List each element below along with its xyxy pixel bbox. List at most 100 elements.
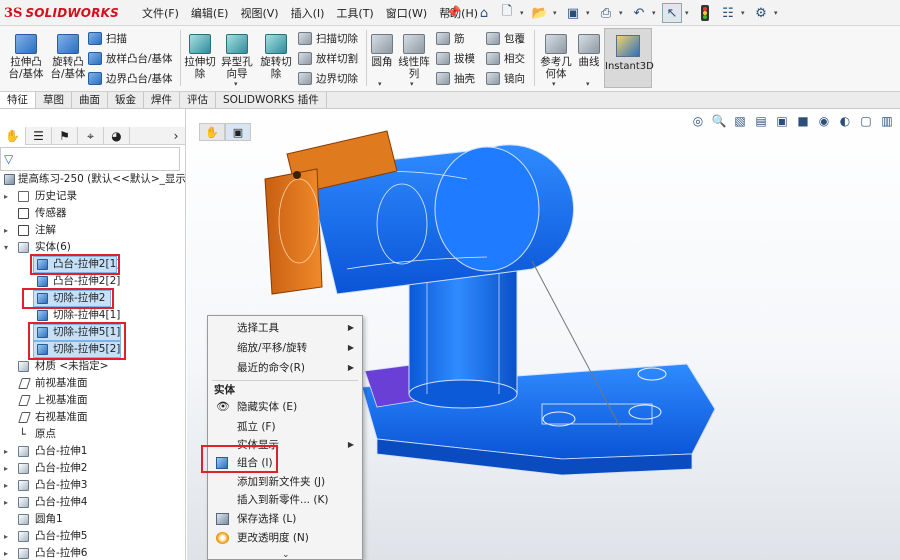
lofted-cut-button[interactable]: 放样切割 — [298, 51, 358, 66]
tree-item-right-plane[interactable]: 右视基准面 — [0, 409, 185, 426]
tab-sketch[interactable]: 草图 — [36, 92, 72, 108]
menu-item-save-selection[interactable]: 保存选择 (L) — [208, 509, 362, 529]
pin-icon[interactable]: 📌 — [446, 5, 461, 19]
extrude-cut-button[interactable]: 拉伸切 除 — [182, 34, 218, 80]
menu-view[interactable]: 视图(V) — [234, 5, 284, 21]
tree-root[interactable]: 提高练习-250 (默认<<默认>_显示状态 — [0, 171, 185, 188]
tree-item-annotations[interactable]: ▸ 注解 — [0, 222, 185, 239]
property-manager-tab-icon[interactable]: ☰ — [26, 127, 52, 145]
tree-item-material[interactable]: 材质 <未指定> — [0, 358, 185, 375]
linear-pattern-button[interactable]: 线性阵 列 — [396, 34, 432, 80]
chevron-down-icon[interactable]: ▾ — [652, 9, 659, 17]
tab-sheet-metal[interactable]: 钣金 — [108, 92, 144, 108]
chevron-down-icon[interactable]: ▾ — [586, 9, 593, 17]
tab-evaluate[interactable]: 评估 — [180, 92, 216, 108]
solidworks-logo[interactable]: 3S SOLIDWORKS — [4, 3, 119, 23]
new-doc-icon[interactable]: 🗋 — [497, 3, 517, 23]
hole-wizard-button[interactable]: 异型孔 向导 — [218, 34, 256, 80]
tree-item-feature[interactable]: ▸ 凸台-拉伸1 — [0, 443, 185, 460]
tree-item-top-plane[interactable]: 上视基准面 — [0, 392, 185, 409]
tab-surfaces[interactable]: 曲面 — [72, 92, 108, 108]
home-icon[interactable]: ⌂ — [474, 3, 494, 23]
menu-file[interactable]: 文件(F) — [136, 5, 185, 21]
expand-icon[interactable]: ▸ — [4, 477, 12, 494]
expand-icon[interactable]: ▸ — [4, 222, 12, 239]
tree-item-feature[interactable]: 圆角1 — [0, 511, 185, 528]
chevron-down-icon[interactable]: ▾ — [685, 9, 692, 17]
chevron-down-icon[interactable]: ▾ — [741, 9, 748, 17]
expand-icon[interactable]: ▸ — [4, 494, 12, 511]
shell-button[interactable]: 抽壳 — [436, 71, 475, 86]
revolve-boss-button[interactable]: 旋转凸 台/基体 — [46, 34, 90, 80]
expand-icon[interactable]: ▸ — [4, 460, 12, 477]
fillet-button[interactable]: 圆角 — [368, 34, 396, 68]
loft-button[interactable]: 放样凸台/基体 — [88, 51, 173, 66]
display-manager-tab-icon[interactable]: ◕ — [104, 127, 130, 145]
tab-addins[interactable]: SOLIDWORKS 插件 — [216, 92, 327, 108]
sweep-button[interactable]: 扫描 — [88, 31, 127, 46]
tree-item-history[interactable]: ▸ 历史记录 — [0, 188, 185, 205]
revolve-cut-button[interactable]: 旋转切 除 — [256, 34, 296, 80]
gear-icon[interactable]: ⚙ — [751, 3, 771, 23]
configuration-manager-tab-icon[interactable]: ⚑ — [52, 127, 78, 145]
swept-cut-button[interactable]: 扫描切除 — [298, 31, 358, 46]
menu-item-zoom-pan-rotate[interactable]: 缩放/平移/旋转 ▶ — [208, 338, 362, 358]
chevron-down-icon[interactable]: ▾ — [410, 80, 414, 88]
boundary-cut-button[interactable]: 边界切除 — [298, 71, 358, 86]
chevron-down-icon[interactable]: ▾ — [774, 9, 781, 17]
chevron-down-icon[interactable]: ▾ — [552, 80, 556, 88]
draft-button[interactable]: 拔模 — [436, 51, 475, 66]
chevron-down-icon[interactable]: ▾ — [619, 9, 626, 17]
extrude-boss-button[interactable]: 拉伸凸 台/基体 — [4, 34, 48, 80]
menu-item-isolate[interactable]: 孤立 (F) — [208, 417, 362, 437]
tree-item-feature[interactable]: ▸ 凸台-拉伸5 — [0, 528, 185, 545]
menu-item-recent-commands[interactable]: 最近的命令(R) ▶ — [208, 358, 362, 378]
menu-item-add-to-folder[interactable]: 添加到新文件夹 (J) — [208, 472, 362, 492]
expand-icon[interactable]: ▸ — [4, 528, 12, 545]
options-icon[interactable]: ☷ — [718, 3, 738, 23]
expand-icon[interactable]: ▸ — [4, 443, 12, 460]
undo-icon[interactable]: ↶ — [629, 3, 649, 23]
expand-icon[interactable]: ▸ — [4, 188, 12, 205]
menu-edit[interactable]: 编辑(E) — [185, 5, 235, 21]
chevron-down-icon[interactable]: ▾ — [378, 80, 382, 88]
menu-item-insert-into-part[interactable]: 插入到新零件... (K) — [208, 490, 362, 510]
menu-tools[interactable]: 工具(T) — [330, 5, 379, 21]
tree-item-front-plane[interactable]: 前视基准面 — [0, 375, 185, 392]
tree-item-feature[interactable]: ▸ 凸台-拉伸2 — [0, 460, 185, 477]
wrap-button[interactable]: 包覆 — [486, 31, 525, 46]
feature-manager-tab-icon[interactable]: ✋ — [0, 127, 26, 145]
intersect-button[interactable]: 相交 — [486, 51, 525, 66]
chevron-down-icon[interactable]: ▾ — [553, 9, 560, 17]
menu-item-hide-body[interactable]: 👁 隐藏实体 (E) — [208, 397, 362, 417]
rib-button[interactable]: 筋 — [436, 31, 465, 46]
tab-weldments[interactable]: 焊件 — [144, 92, 180, 108]
curves-button[interactable]: 曲线 — [576, 34, 602, 68]
tree-filter-input[interactable]: ▽ — [0, 147, 180, 171]
tree-item-feature[interactable]: ▸ 凸台-拉伸4 — [0, 494, 185, 511]
dimxpert-tab-icon[interactable]: ⌖ — [78, 127, 104, 145]
tree-item-origin[interactable]: └ 原点 — [0, 426, 185, 443]
chevron-right-icon[interactable]: › — [166, 127, 185, 145]
menu-window[interactable]: 窗口(W) — [380, 5, 433, 21]
tree-item-feature[interactable]: ▸ 凸台-拉伸3 — [0, 477, 185, 494]
menu-insert[interactable]: 插入(I) — [285, 5, 331, 21]
chevron-down-icon[interactable]: ▾ — [586, 80, 590, 88]
chevron-down-icon[interactable]: ▾ — [520, 9, 527, 17]
menu-item-change-transparency[interactable]: 更改透明度 (N) — [208, 528, 362, 548]
tree-item-feature[interactable]: ▸ 凸台-拉伸6 — [0, 545, 185, 560]
save-icon[interactable]: ▣ — [563, 3, 583, 23]
boundary-boss-button[interactable]: 边界凸台/基体 — [88, 71, 173, 86]
traffic-light-icon[interactable] — [695, 3, 715, 23]
open-icon[interactable]: 📂 — [530, 3, 550, 23]
instant3d-button[interactable]: Instant3D — [604, 28, 654, 88]
select-arrow-icon[interactable]: ↖ — [662, 3, 682, 23]
reference-geometry-button[interactable]: 参考几 何体 — [536, 34, 576, 80]
mirror-button[interactable]: 镜向 — [486, 71, 525, 86]
expand-icon[interactable]: ▸ — [4, 545, 12, 560]
chevron-down-icon[interactable]: ▾ — [234, 80, 238, 88]
tree-item-sensors[interactable]: 传感器 — [0, 205, 185, 222]
menu-item-select-tools[interactable]: 选择工具 ▶ — [208, 318, 362, 338]
collapse-icon[interactable]: ▾ — [4, 239, 12, 256]
expand-more-icon[interactable]: ⌄ — [282, 550, 290, 560]
